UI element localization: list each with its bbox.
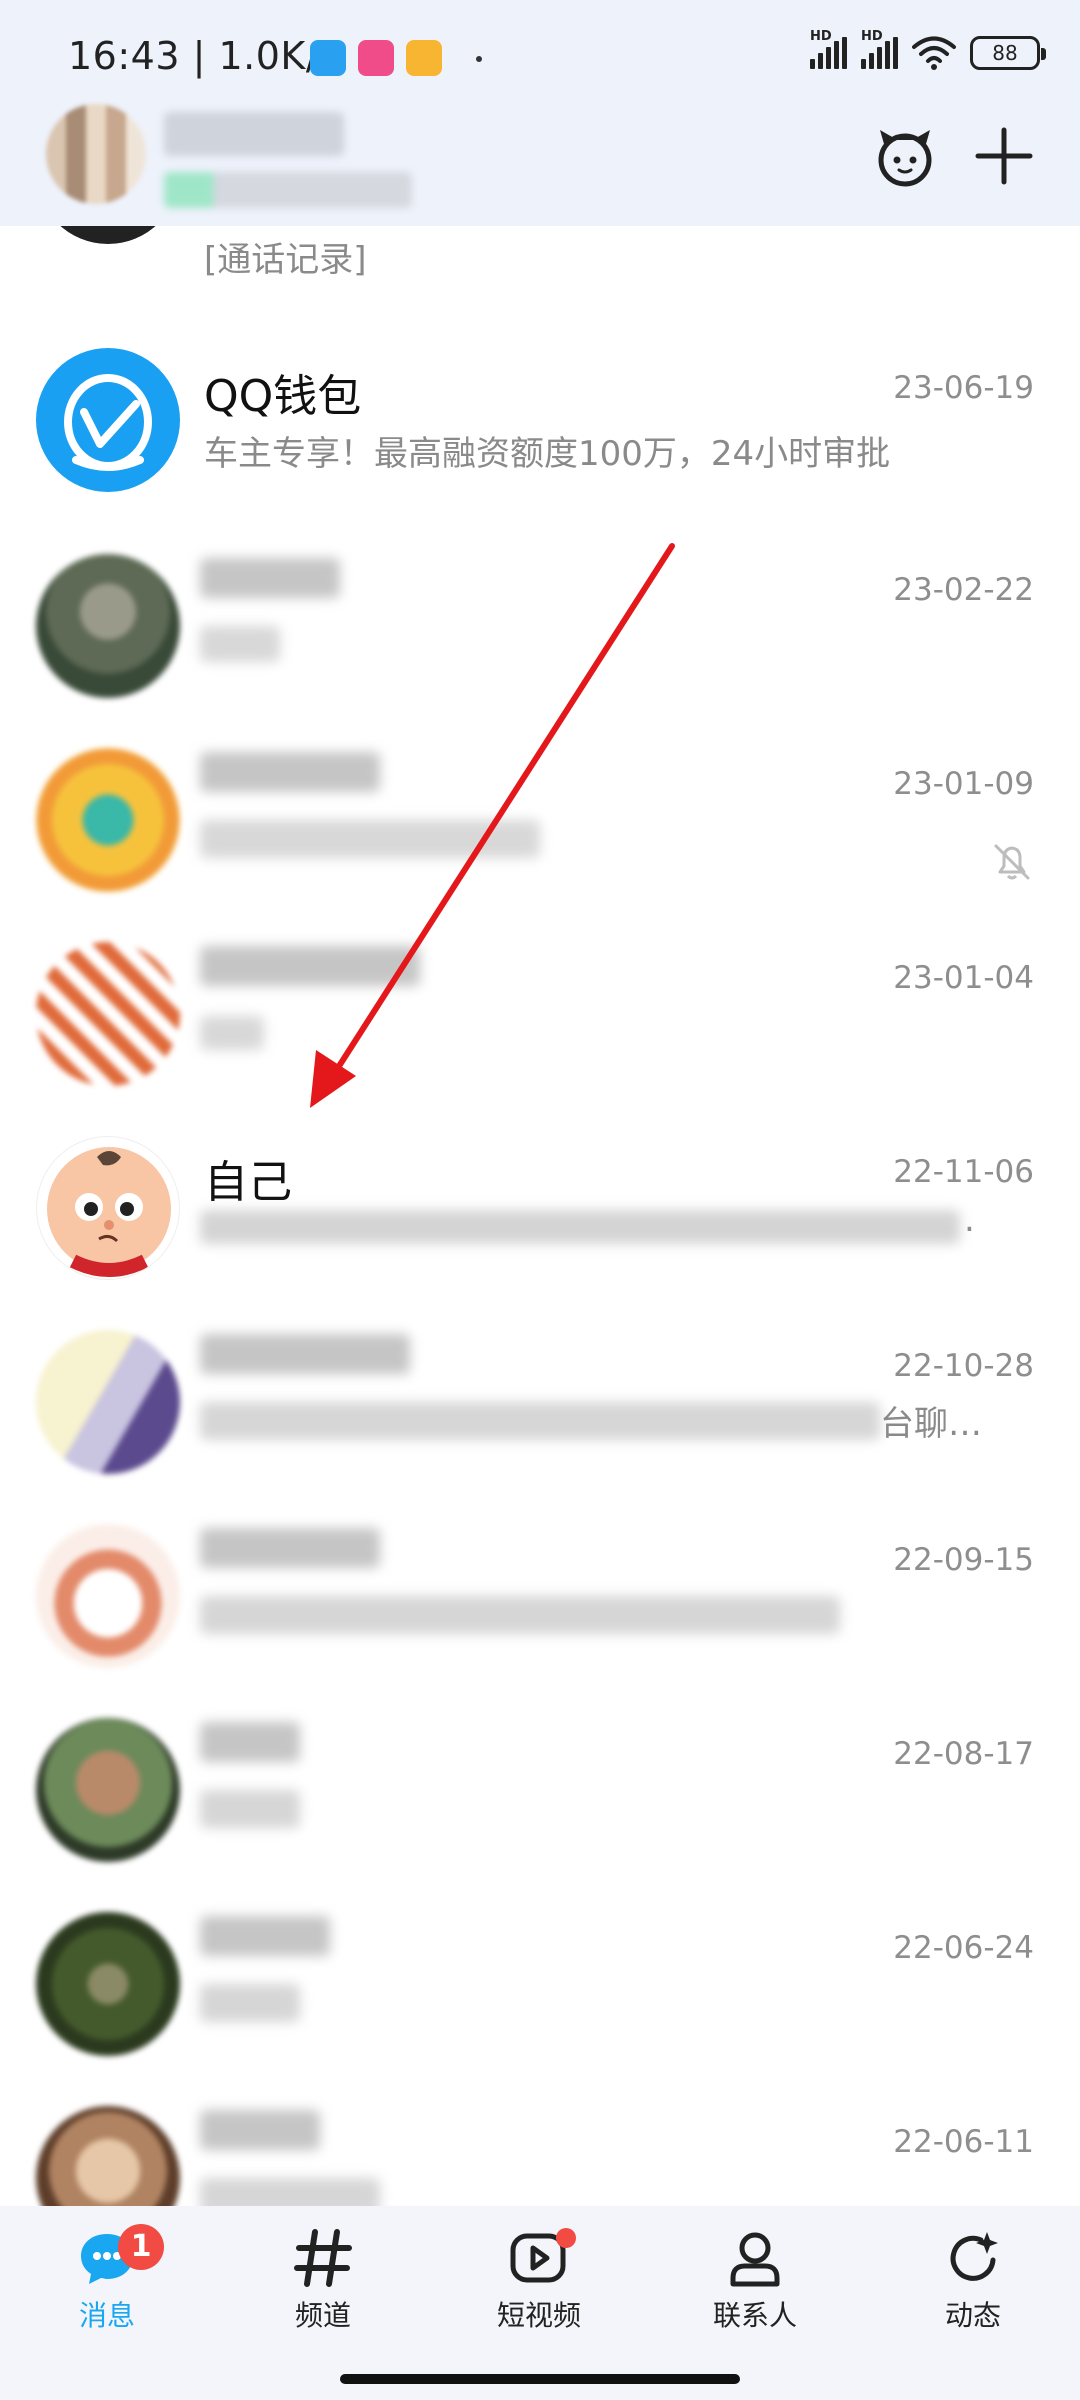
chat-time: 22-06-11 — [893, 2124, 1034, 2160]
penguin-icon — [64, 374, 152, 471]
tab-label: 动态 — [944, 2299, 1001, 2332]
tab-contacts[interactable]: 联系人 — [680, 2226, 830, 2346]
chat-time: 23-01-09 — [893, 766, 1034, 802]
chat-name-blurred — [200, 1916, 330, 1956]
chat-preview: 车主专享！最高融资额度100万，24小时审批 — [204, 434, 891, 474]
battery-level: 88 — [992, 41, 1018, 65]
tab-label: 频道 — [294, 2299, 351, 2332]
signal-icon: HD — [810, 29, 847, 69]
chat-name-blurred — [200, 752, 380, 792]
chat-preview-blurred — [200, 1596, 840, 1634]
tab-messages[interactable]: 消息 1 — [32, 2224, 182, 2346]
screen: 16:43 | 1.0K/s HD HD 88 [通话记录] QQ钱包 车主专享… — [0, 0, 1080, 2400]
status-indicators: HD HD 88 — [810, 29, 1046, 70]
chat-avatar — [36, 1718, 180, 1862]
mascot-icon[interactable] — [872, 124, 938, 190]
chat-avatar — [36, 1330, 180, 1474]
chat-time: 23-01-04 — [893, 960, 1034, 996]
chat-preview-blurred — [200, 1402, 880, 1440]
chat-name-blurred — [200, 2110, 320, 2150]
battery-icon: 88 — [970, 36, 1046, 70]
chat-preview-suffix: . — [964, 1200, 975, 1240]
chat-avatar — [36, 748, 180, 892]
refresh-star-icon — [950, 2232, 998, 2281]
chat-item[interactable]: 22-08-17 — [0, 1678, 1080, 1872]
tab-short-video[interactable]: 短视频 — [464, 2226, 614, 2346]
shopping-app-icon — [358, 40, 394, 76]
camel-app-icon — [406, 40, 442, 76]
chat-time: 22-08-17 — [893, 1736, 1034, 1772]
chat-item-self[interactable]: 自己 . 22-11-06 — [0, 1096, 1080, 1290]
chat-name-blurred — [200, 1722, 300, 1762]
chat-preview-blurred — [200, 1016, 264, 1050]
chat-name-blurred — [200, 1334, 410, 1374]
chat-preview-blurred — [200, 820, 540, 858]
mute-bell-icon — [994, 844, 1030, 880]
chat-item[interactable]: 22-09-15 — [0, 1484, 1080, 1678]
tab-moments[interactable]: 动态 — [898, 2226, 1048, 2346]
chat-time: 23-06-19 — [893, 370, 1034, 406]
tab-label: 消息 — [78, 2299, 135, 2332]
chat-preview: [通话记录] — [204, 240, 367, 280]
chat-item[interactable]: 23-02-22 — [0, 514, 1080, 708]
chat-name-blurred — [200, 558, 340, 598]
chat-preview-blurred — [200, 1790, 300, 1828]
chat-name: QQ钱包 — [204, 371, 362, 422]
person-icon — [730, 2232, 780, 2287]
chat-item[interactable]: 23-01-09 — [0, 708, 1080, 902]
chat-avatar — [36, 1524, 180, 1668]
plus-icon[interactable] — [974, 126, 1034, 186]
unread-badge: 1 — [118, 2224, 164, 2270]
status-app-icons — [310, 40, 442, 76]
chat-preview-blurred — [200, 1984, 300, 2022]
qq-wallet-avatar — [36, 348, 180, 492]
tab-label: 短视频 — [496, 2299, 581, 2332]
chat-time: 22-11-06 — [893, 1154, 1034, 1190]
chat-time: 22-09-15 — [893, 1542, 1034, 1578]
chat-preview-blurred — [200, 1210, 960, 1244]
chat-preview-suffix: 台聊… — [880, 1404, 982, 1444]
chat-name: 自己 — [204, 1157, 292, 1208]
chat-time: 23-02-22 — [893, 572, 1034, 608]
chat-name-blurred — [200, 1528, 380, 1568]
chat-avatar — [36, 942, 180, 1086]
status-bar: 16:43 | 1.0K/s HD HD 88 — [0, 0, 1080, 110]
profile-avatar[interactable] — [46, 104, 146, 204]
bottom-nav: 消息 1 频道 短视频 联系人 动态 — [0, 2206, 1080, 2400]
chat-item[interactable]: 台聊… 22-10-28 — [0, 1290, 1080, 1484]
cloud-app-icon — [310, 40, 346, 76]
chat-avatar — [36, 554, 180, 698]
chat-preview-blurred — [200, 626, 280, 662]
wifi-icon — [912, 36, 956, 70]
chat-time: 22-10-28 — [893, 1348, 1034, 1384]
chat-avatar — [36, 1912, 180, 2056]
top-bar: 16:43 | 1.0K/s HD HD 88 — [0, 0, 1080, 226]
tab-channels[interactable]: 频道 — [248, 2226, 398, 2346]
status-time: 16:43 | 1.0K/s — [68, 34, 340, 78]
profile-name-blurred[interactable] — [164, 112, 344, 156]
hash-icon — [294, 2229, 352, 2287]
self-avatar — [36, 1136, 180, 1280]
home-indicator[interactable] — [340, 2374, 740, 2384]
chat-item-qq-wallet[interactable]: QQ钱包 车主专享！最高融资额度100万，24小时审批 23-06-19 — [0, 320, 1080, 514]
signal-icon: HD — [861, 29, 898, 69]
notification-dot — [476, 56, 482, 62]
cartoon-face-icon — [47, 1147, 171, 1277]
chat-name-blurred — [200, 946, 420, 986]
profile-status-blurred[interactable] — [164, 172, 412, 208]
chat-list: [通话记录] QQ钱包 车主专享！最高融资额度100万，24小时审批 23-06… — [0, 100, 1080, 2260]
chat-time: 22-06-24 — [893, 1930, 1034, 1966]
new-content-dot — [556, 2228, 576, 2248]
hd-label: HD — [810, 29, 832, 44]
chat-item[interactable]: 22-06-24 — [0, 1872, 1080, 2066]
tab-label: 联系人 — [712, 2299, 797, 2332]
hd-label: HD — [861, 29, 883, 44]
app-header — [0, 100, 1080, 226]
chat-item[interactable]: 23-01-04 — [0, 902, 1080, 1096]
